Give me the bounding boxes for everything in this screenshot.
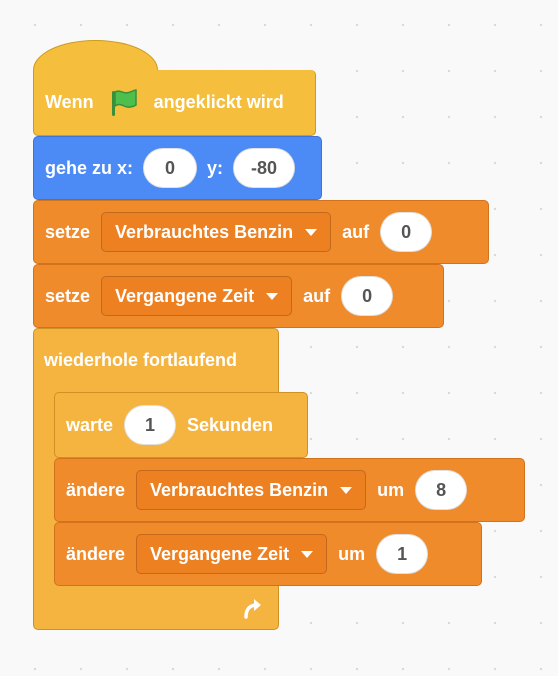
variable-name: Verbrauchtes Benzin [150, 479, 329, 500]
x-input[interactable]: 0 [143, 148, 198, 188]
wait-block[interactable]: warte 1 Sekunden [54, 392, 308, 458]
chevron-down-icon [340, 486, 353, 494]
change-label: ändere [66, 543, 126, 564]
y-label: y: [207, 157, 224, 178]
green-flag-icon [108, 88, 140, 118]
set-variable-block[interactable]: setze Vergangene Zeit auf 0 [33, 264, 444, 328]
chevron-down-icon [305, 228, 318, 236]
set-label: setze [45, 221, 91, 242]
to-label: auf [303, 285, 331, 306]
by-label: um [377, 479, 405, 500]
seconds-input[interactable]: 1 [124, 405, 177, 445]
when-flag-clicked-block[interactable]: Wenn angeklickt wird [33, 70, 316, 136]
go-to-xy-block[interactable]: gehe zu x: 0 y: -80 [33, 136, 322, 200]
variable-dropdown[interactable]: Vergangene Zeit [101, 276, 293, 316]
set-variable-block[interactable]: setze Verbrauchtes Benzin auf 0 [33, 200, 489, 264]
change-variable-block[interactable]: ändere Verbrauchtes Benzin um 8 [54, 458, 525, 522]
clicked-label: angeklickt wird [153, 92, 284, 112]
set-label: setze [45, 285, 91, 306]
loop-arrow-icon [240, 596, 266, 622]
seconds-label: Sekunden [187, 414, 274, 435]
variable-dropdown[interactable]: Vergangene Zeit [136, 534, 328, 574]
variable-dropdown[interactable]: Verbrauchtes Benzin [136, 470, 367, 510]
variable-name: Vergangene Zeit [115, 285, 255, 306]
variable-name: Verbrauchtes Benzin [115, 221, 294, 242]
value-input[interactable]: 1 [376, 534, 429, 574]
value-input[interactable]: 8 [415, 470, 468, 510]
when-label: Wenn [45, 92, 94, 112]
value-input[interactable]: 0 [341, 276, 394, 316]
chevron-down-icon [301, 550, 314, 558]
value-input[interactable]: 0 [380, 212, 433, 252]
forever-label: wiederhole fortlaufend [44, 349, 238, 370]
by-label: um [338, 543, 366, 564]
y-input[interactable]: -80 [233, 148, 296, 188]
to-label: auf [342, 221, 370, 242]
variable-dropdown[interactable]: Verbrauchtes Benzin [101, 212, 332, 252]
forever-header[interactable]: wiederhole fortlaufend [33, 328, 279, 392]
chevron-down-icon [266, 292, 279, 300]
change-label: ändere [66, 479, 126, 500]
wait-label: warte [66, 414, 114, 435]
go-to-label: gehe zu x: [45, 157, 134, 178]
change-variable-block[interactable]: ändere Vergangene Zeit um 1 [54, 522, 482, 586]
variable-name: Vergangene Zeit [150, 543, 290, 564]
